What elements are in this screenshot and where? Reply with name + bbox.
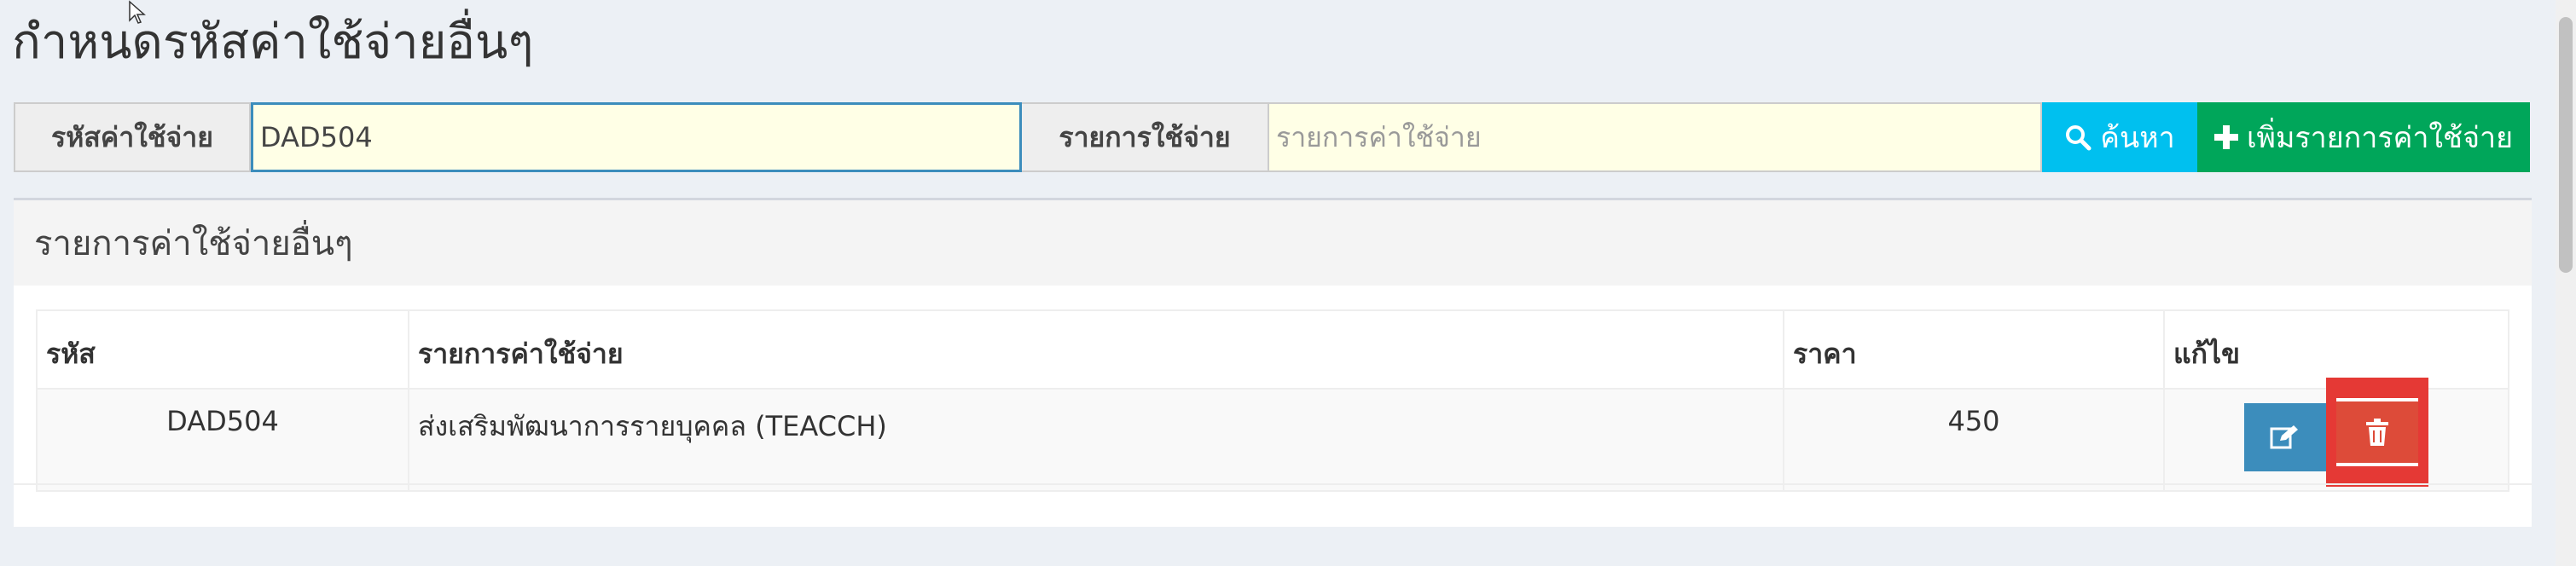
item-input[interactable] <box>1269 102 2042 172</box>
delete-highlight <box>2326 378 2428 487</box>
column-header-price: ราคา <box>1783 309 2165 390</box>
column-header-name: รายการค่าใช้จ่าย <box>408 309 1784 390</box>
add-expense-button[interactable]: เพิ่มรายการค่าใช้จ่าย <box>2197 102 2530 172</box>
plus-icon <box>2213 125 2238 149</box>
search-icon <box>2066 125 2092 151</box>
row-name: ส่งเสริมพัฒนาการรายบุคคล (TEACCH) <box>408 388 1784 492</box>
add-button-label: เพิ่มรายการค่าใช้จ่าย <box>2246 121 2514 155</box>
expense-table: รหัส รายการค่าใช้จ่าย ราคา แก้ไข DAD504 … <box>36 309 2509 492</box>
item-label: รายการใช้จ่าย <box>1022 102 1269 172</box>
search-button-label: ค้นหา <box>2100 121 2175 155</box>
row-price: 450 <box>1783 388 2165 492</box>
expense-list-box: รายการค่าใช้จ่ายอื่นๆ รหัส รายการค่าใช้จ… <box>14 198 2532 527</box>
trash-icon <box>2366 419 2388 446</box>
box-footer-divider <box>14 483 2532 485</box>
delete-button[interactable] <box>2336 398 2418 466</box>
list-title: รายการค่าใช้จ่ายอื่นๆ <box>14 200 2532 286</box>
code-label: รหัสค่าใช้จ่าย <box>14 102 251 172</box>
edit-icon <box>2270 425 2298 449</box>
row-actions <box>2163 378 2509 492</box>
column-header-code: รหัส <box>36 309 409 390</box>
table-row: DAD504 ส่งเสริมพัฒนาการรายบุคคล (TEACCH)… <box>36 378 2509 492</box>
row-code: DAD504 <box>36 388 409 492</box>
page-scrollbar[interactable] <box>2556 0 2576 566</box>
edit-button[interactable] <box>2244 403 2326 471</box>
page-title: กำหนดรหัสค่าใช้จ่ายอื่นๆ <box>12 14 534 70</box>
search-bar: รหัสค่าใช้จ่าย รายการใช้จ่าย ค้นหา เพิ่ม… <box>14 102 2530 172</box>
scrollbar-thumb[interactable] <box>2559 17 2573 273</box>
search-button[interactable]: ค้นหา <box>2042 102 2197 172</box>
code-input[interactable] <box>251 102 1022 172</box>
